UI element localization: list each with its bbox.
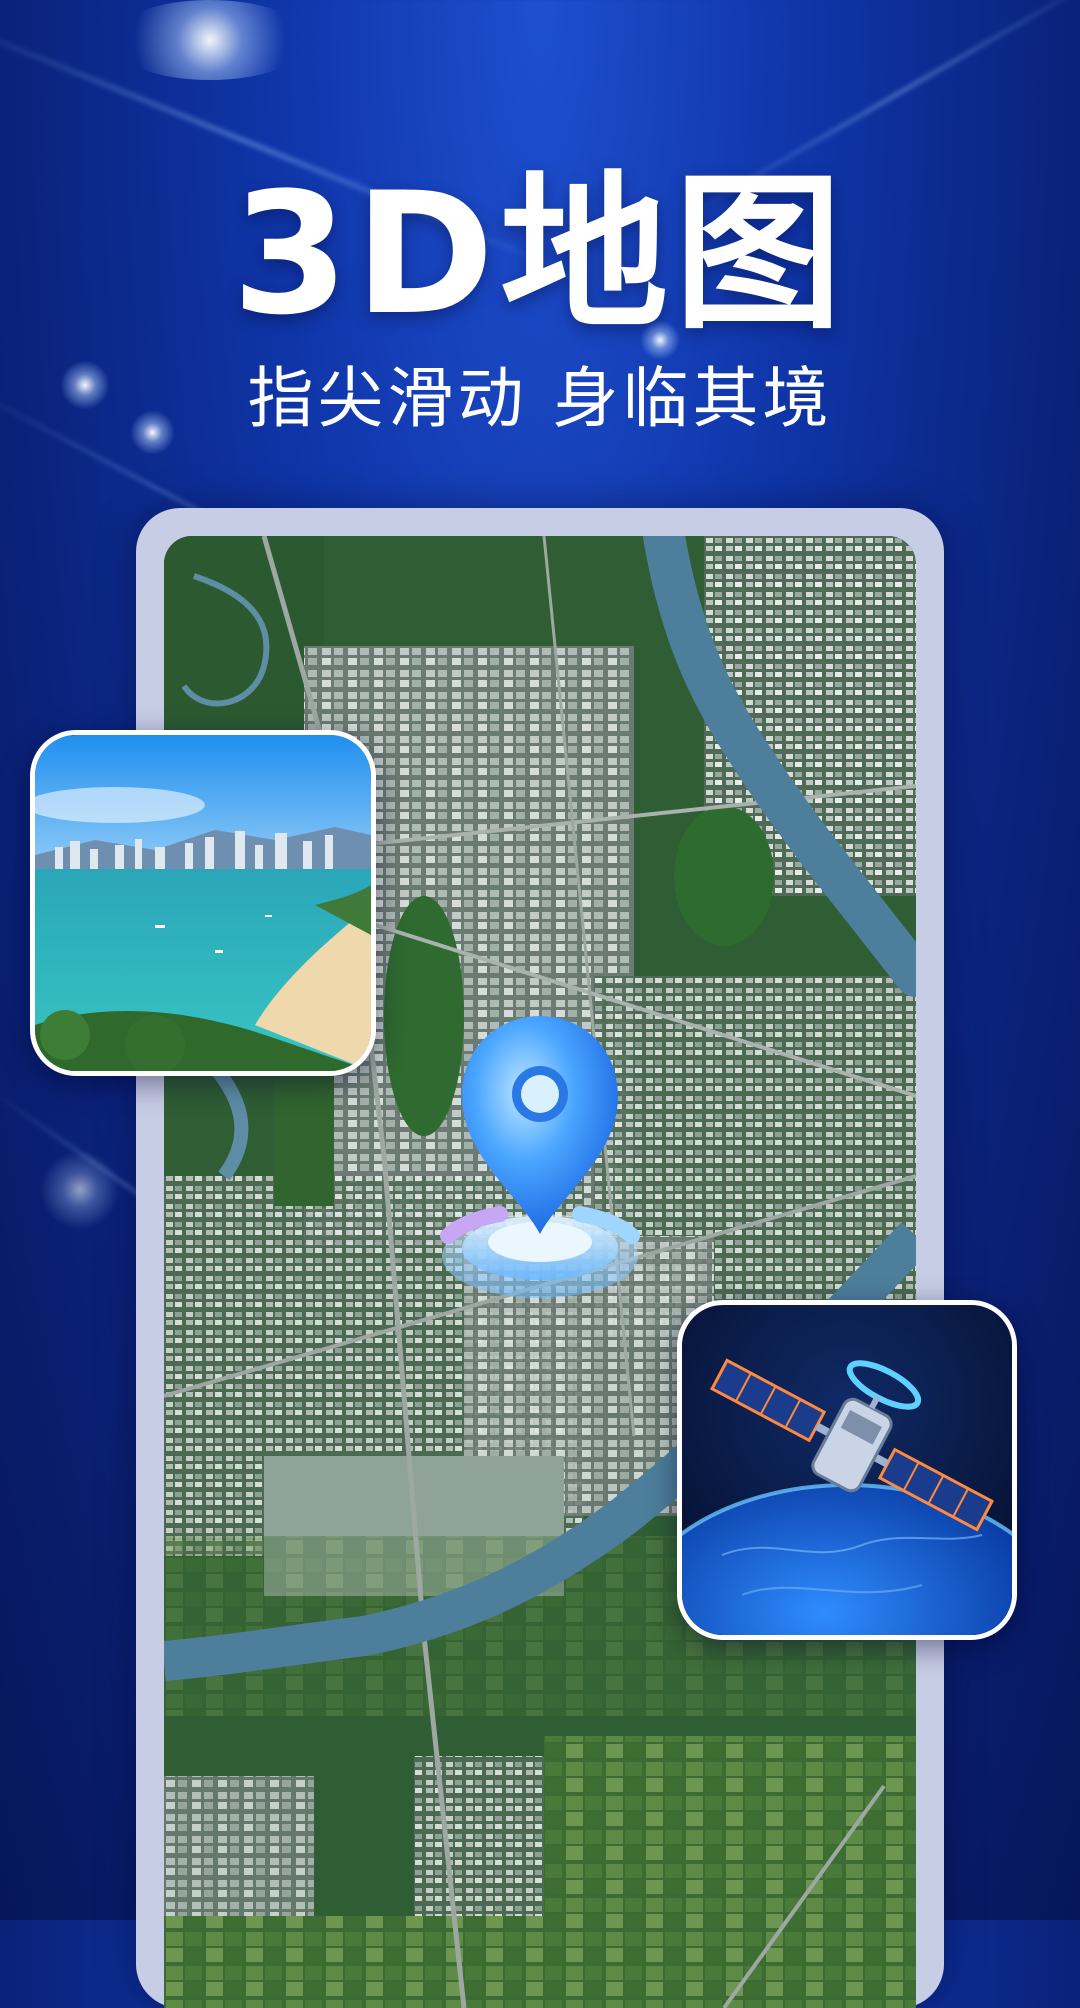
sparkle [40,1150,120,1230]
page-subtitle: 指尖滑动 身临其境 [247,360,833,437]
satellite-orbit-illustration [682,1305,1012,1635]
page-title: 3D地图 [231,156,849,352]
beach-city-card[interactable] [30,730,376,1076]
beach-city-photo [35,735,371,1071]
sparkle [110,0,310,80]
satellite-card[interactable] [677,1300,1017,1640]
